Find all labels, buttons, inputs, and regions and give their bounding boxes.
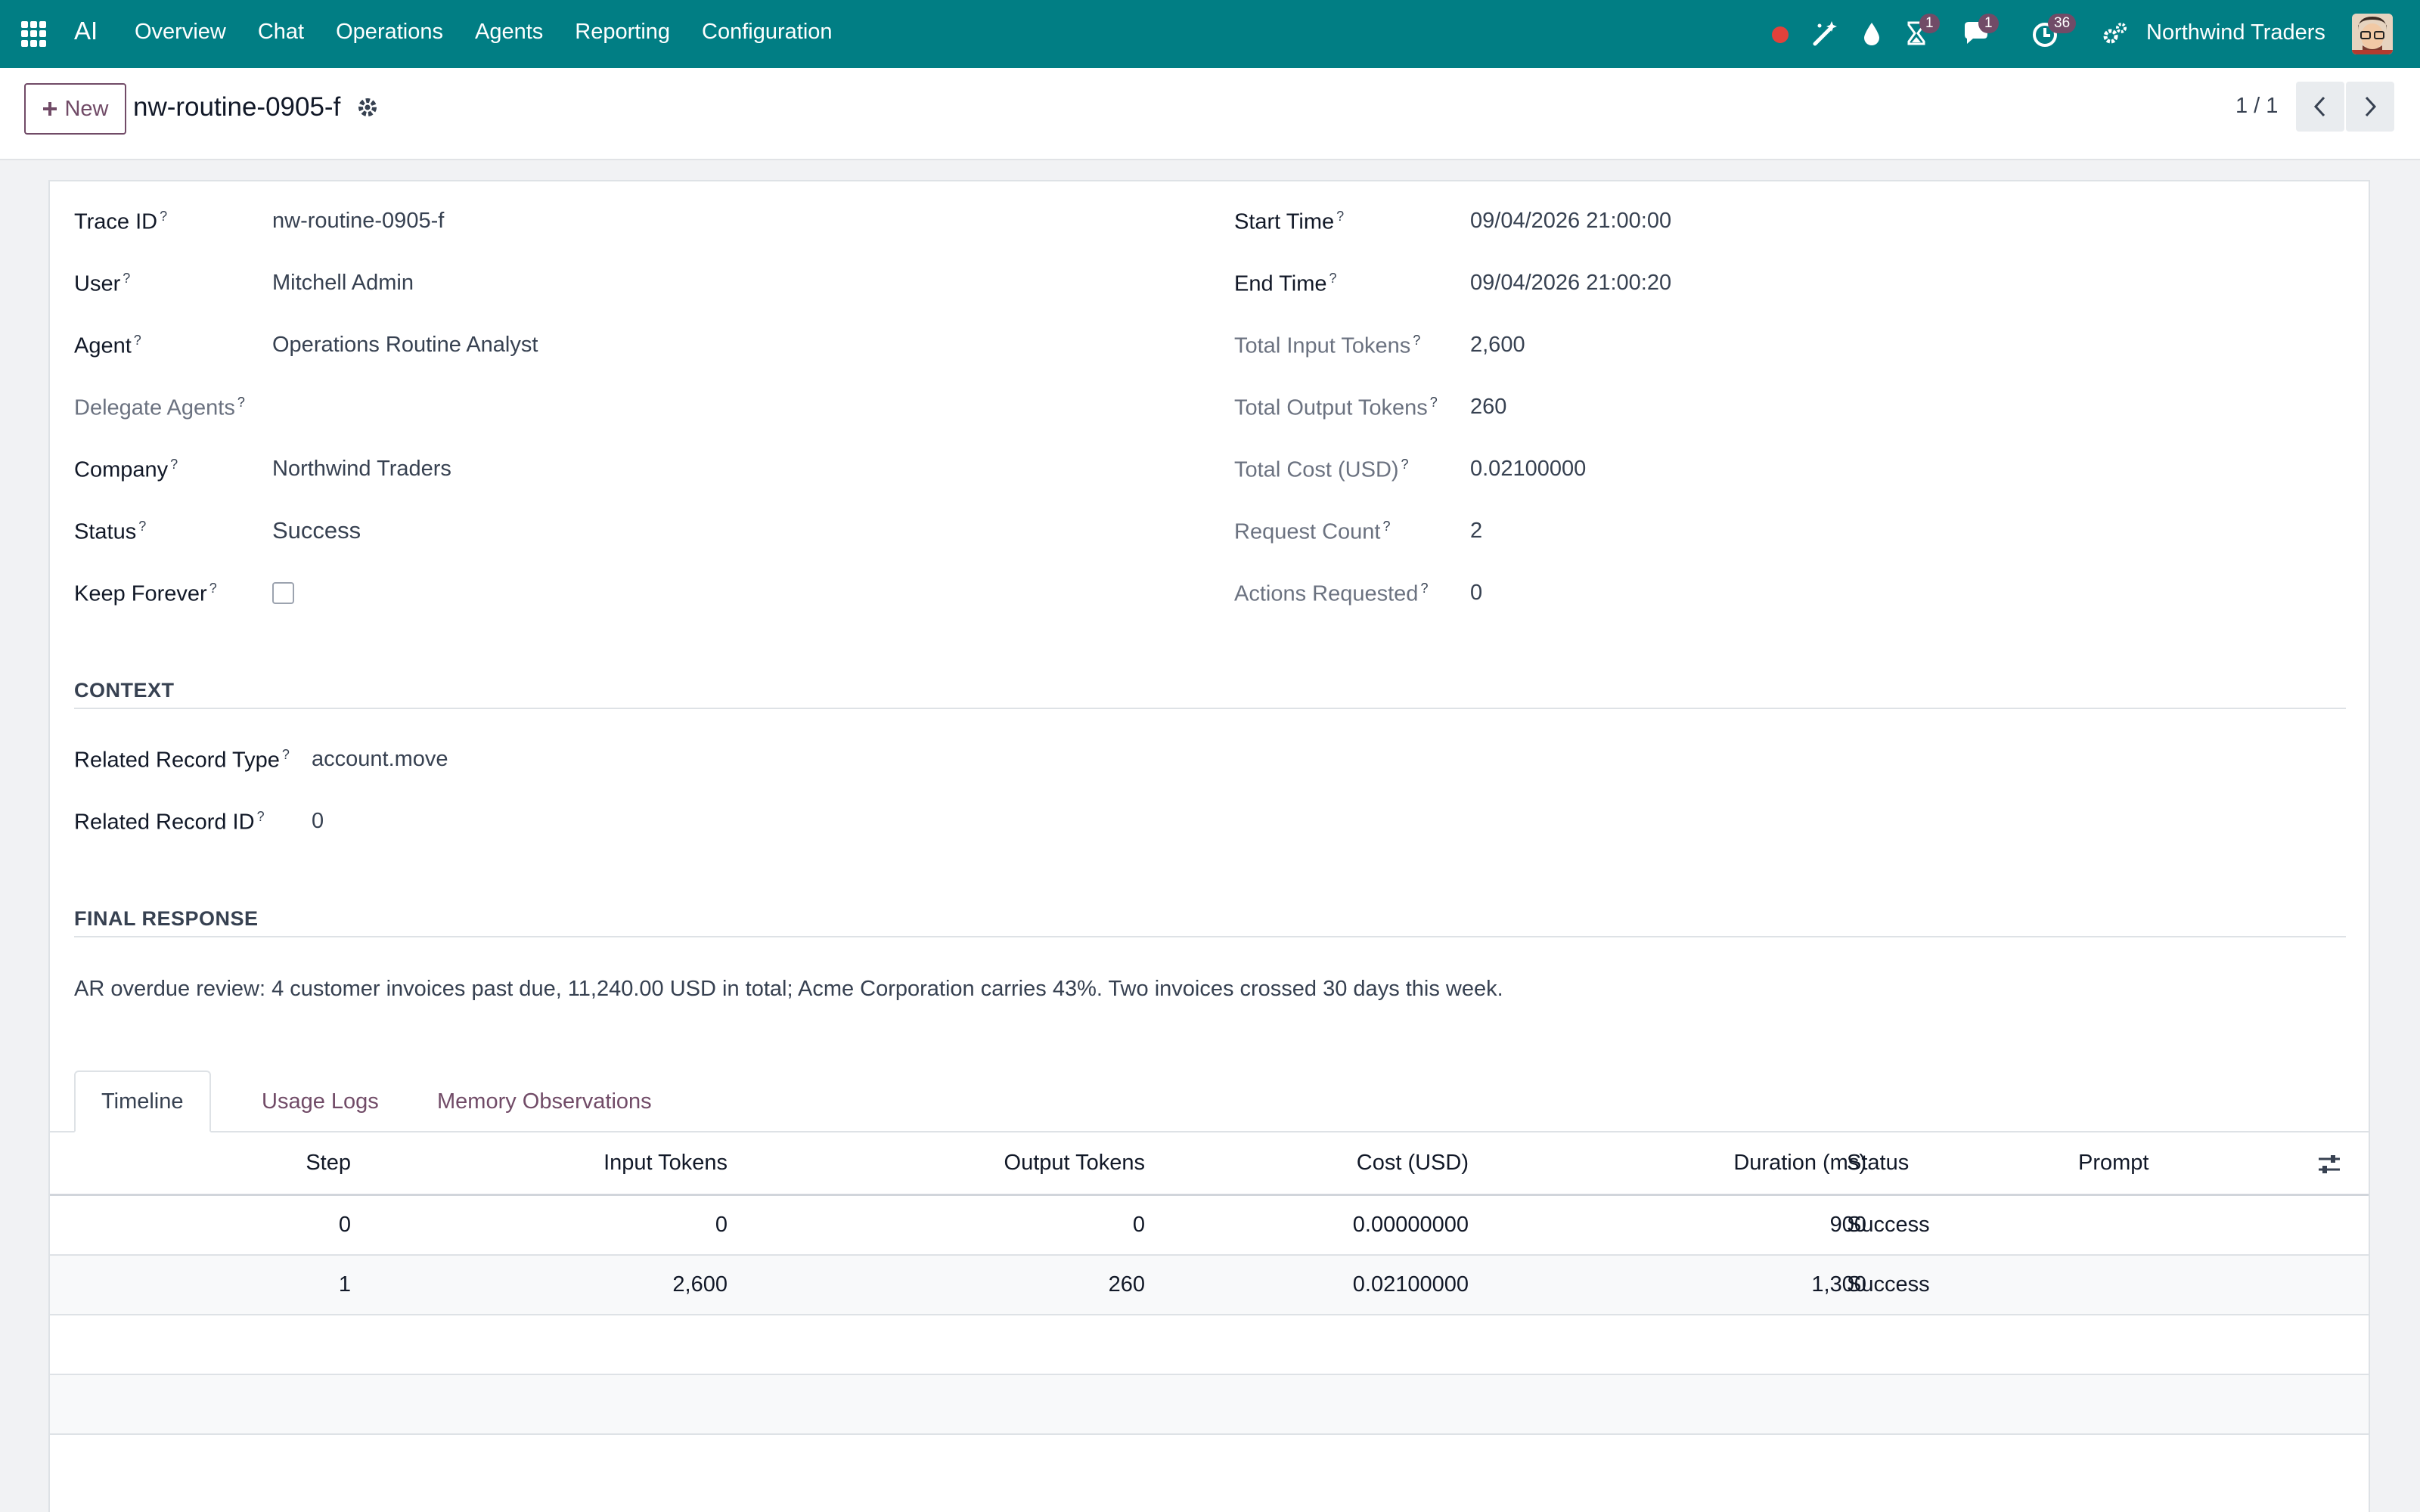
empty-table-row xyxy=(50,1435,2369,1512)
total-cost-value: 0.02100000 xyxy=(1470,457,1587,481)
cell-step: 0 xyxy=(338,1213,351,1237)
related-record-type-value[interactable]: account.move xyxy=(312,747,448,772)
hourglass-icon[interactable]: 1 xyxy=(1903,14,1940,48)
messages-badge: 1 xyxy=(1978,14,1999,33)
form-sheet: Trace ID? nw-routine-0905-f User? Mitche… xyxy=(48,180,2370,1512)
final-response-text: AR overdue review: 4 customer invoices p… xyxy=(74,977,1503,1001)
keep-forever-checkbox[interactable] xyxy=(272,582,294,604)
trace-id-label: Trace ID? xyxy=(74,209,168,234)
clock-icon[interactable]: 36 xyxy=(2031,14,2077,48)
menu-configuration[interactable]: Configuration xyxy=(702,20,833,45)
app-brand[interactable]: AI xyxy=(74,17,98,45)
col-status[interactable]: Status xyxy=(1847,1151,1909,1176)
cell-output-tokens: 0 xyxy=(1132,1213,1145,1237)
menu-reporting[interactable]: Reporting xyxy=(575,20,670,45)
start-time-label: Start Time? xyxy=(1234,209,1345,234)
total-input-tokens-label: Total Input Tokens? xyxy=(1234,333,1421,358)
empty-table-row xyxy=(50,1375,2369,1435)
chevron-right-icon xyxy=(2365,96,2377,117)
actions-requested-label: Actions Requested? xyxy=(1234,581,1429,606)
plus-icon xyxy=(43,102,57,116)
related-record-type-label: Related Record Type? xyxy=(74,747,290,773)
chat-icon[interactable]: 1 xyxy=(1962,14,1999,48)
main-menu: Overview Chat Operations Agents Reportin… xyxy=(135,20,864,45)
record-title: nw-routine-0905-f xyxy=(133,92,341,122)
pager-value[interactable]: 1 / 1 xyxy=(2235,94,2278,119)
optional-columns-icon[interactable] xyxy=(2316,1151,2343,1178)
cell-input-tokens: 0 xyxy=(715,1213,728,1237)
col-step[interactable]: Step xyxy=(306,1151,351,1176)
activity-badge: 1 xyxy=(1919,14,1940,33)
cell-step: 1 xyxy=(338,1272,351,1297)
company-value[interactable]: Northwind Traders xyxy=(272,457,451,482)
user-label: User? xyxy=(74,271,131,296)
end-time-label: End Time? xyxy=(1234,271,1337,296)
context-separator xyxy=(74,708,2346,709)
cell-cost: 0.00000000 xyxy=(1352,1213,1469,1237)
request-count-label: Request Count? xyxy=(1234,519,1391,544)
pager-next-button[interactable] xyxy=(2346,82,2394,132)
final-response-separator xyxy=(74,936,2346,937)
agent-value[interactable]: Operations Routine Analyst xyxy=(272,333,538,358)
menu-chat[interactable]: Chat xyxy=(258,20,304,45)
user-avatar[interactable] xyxy=(2352,14,2393,54)
cell-output-tokens: 260 xyxy=(1108,1272,1145,1297)
tab-timeline[interactable]: Timeline xyxy=(74,1070,211,1132)
actions-requested-value: 0 xyxy=(1470,581,1483,605)
start-time-value[interactable]: 09/04/2026 21:00:00 xyxy=(1470,209,1671,234)
new-button-label: New xyxy=(64,96,109,121)
final-response-section-title: FINAL RESPONSE xyxy=(74,907,259,930)
menu-operations[interactable]: Operations xyxy=(336,20,443,45)
cell-cost: 0.02100000 xyxy=(1352,1272,1469,1297)
user-value[interactable]: Mitchell Admin xyxy=(272,271,414,296)
end-time-value[interactable]: 09/04/2026 21:00:20 xyxy=(1470,271,1671,296)
table-row[interactable]: 0 0 0 0.00000000 900 Success xyxy=(50,1196,2369,1256)
trace-id-value[interactable]: nw-routine-0905-f xyxy=(272,209,444,234)
top-navbar: AI Overview Chat Operations Agents Repor… xyxy=(0,0,2420,68)
context-section-title: CONTEXT xyxy=(74,679,175,702)
control-panel: New nw-routine-0905-f 1 / 1 xyxy=(0,68,2420,160)
related-record-id-value[interactable]: 0 xyxy=(312,809,324,834)
status-label: Status? xyxy=(74,519,147,544)
company-switcher[interactable]: Northwind Traders xyxy=(2146,20,2325,45)
total-cost-label: Total Cost (USD)? xyxy=(1234,457,1409,482)
status-value: Success xyxy=(272,517,361,544)
drop-icon[interactable] xyxy=(1857,20,1886,48)
total-output-tokens-value: 260 xyxy=(1470,395,1507,419)
agent-label: Agent? xyxy=(74,333,141,358)
settings-icon[interactable] xyxy=(2101,20,2130,48)
related-record-id-label: Related Record ID? xyxy=(74,809,265,835)
clock-badge: 36 xyxy=(2048,14,2077,33)
request-count-value: 2 xyxy=(1470,519,1483,543)
menu-overview[interactable]: Overview xyxy=(135,20,226,45)
gear-icon[interactable] xyxy=(355,95,380,119)
col-prompt[interactable]: Prompt xyxy=(2078,1151,2149,1176)
tab-memory-observations[interactable]: Memory Observations xyxy=(411,1070,678,1132)
notebook-tabs: Timeline Usage Logs Memory Observations xyxy=(50,1070,2369,1132)
col-cost[interactable]: Cost (USD) xyxy=(1357,1151,1469,1176)
col-output-tokens[interactable]: Output Tokens xyxy=(1004,1151,1145,1176)
cell-input-tokens: 2,600 xyxy=(672,1272,728,1297)
col-input-tokens[interactable]: Input Tokens xyxy=(603,1151,728,1176)
cell-status: Success xyxy=(1847,1213,1930,1237)
chevron-left-icon xyxy=(2313,96,2325,117)
magic-wand-icon[interactable] xyxy=(1810,20,1839,48)
tab-usage-logs[interactable]: Usage Logs xyxy=(236,1070,405,1132)
record-dot-icon[interactable] xyxy=(1768,20,1797,48)
timeline-table-header: Step Input Tokens Output Tokens Cost (US… xyxy=(50,1132,2369,1196)
total-input-tokens-value: 2,600 xyxy=(1470,333,1525,357)
menu-agents[interactable]: Agents xyxy=(475,20,543,45)
total-output-tokens-label: Total Output Tokens? xyxy=(1234,395,1438,420)
company-label: Company? xyxy=(74,457,178,482)
delegate-agents-label: Delegate Agents? xyxy=(74,395,245,420)
apps-menu-icon[interactable] xyxy=(21,21,47,47)
cell-status: Success xyxy=(1847,1272,1930,1297)
pager-previous-button[interactable] xyxy=(2296,82,2344,132)
keep-forever-label: Keep Forever? xyxy=(74,581,217,606)
table-row[interactable]: 1 2,600 260 0.02100000 1,300 Success xyxy=(50,1256,2369,1315)
new-record-button[interactable]: New xyxy=(24,83,126,135)
empty-table-row xyxy=(50,1315,2369,1375)
